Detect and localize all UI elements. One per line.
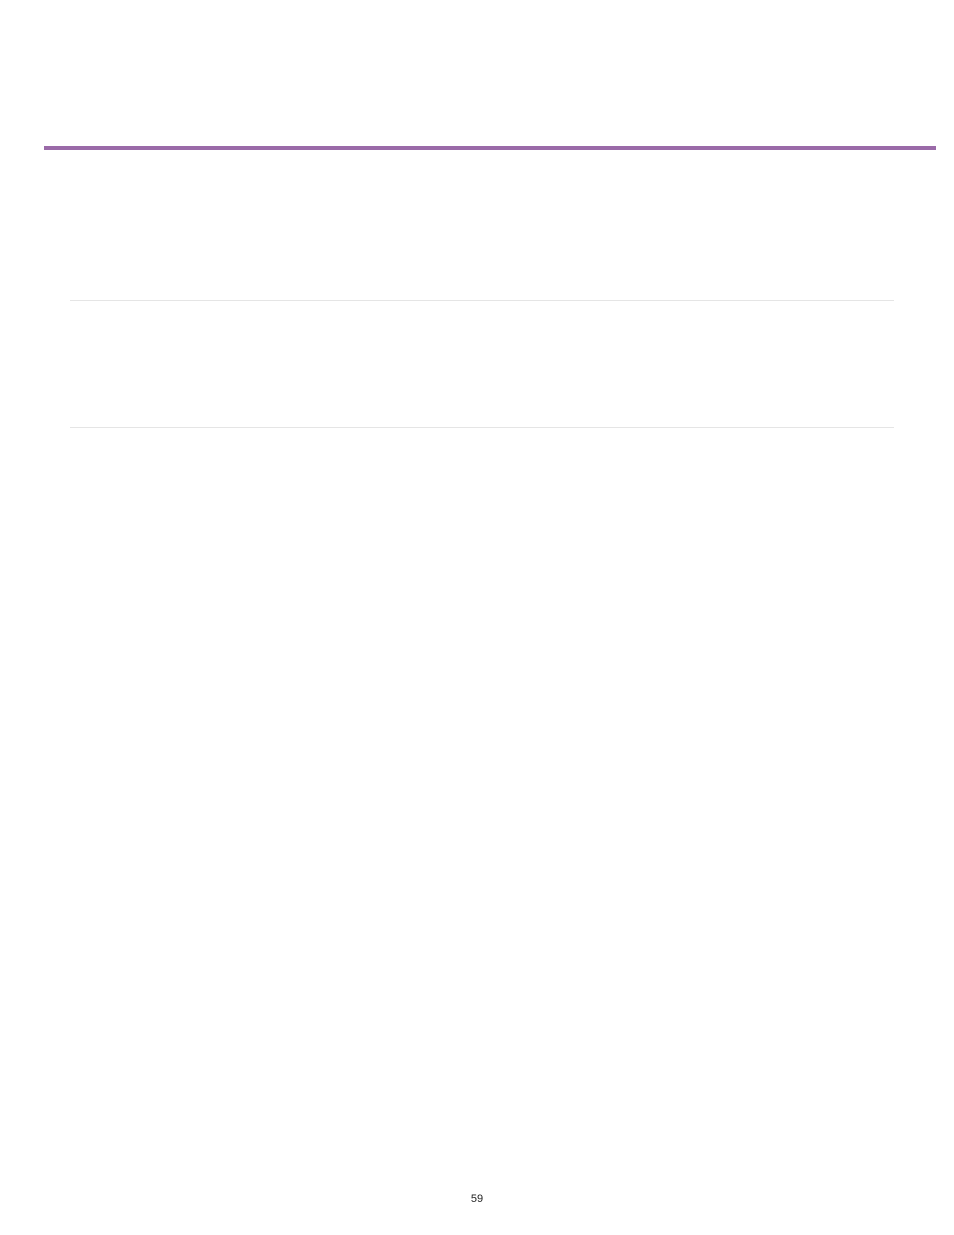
list-item: [92, 480, 894, 506]
bullet-list: [70, 558, 894, 636]
page-content: [70, 170, 894, 714]
page-number: 59: [0, 1193, 954, 1205]
list-item: [92, 584, 894, 610]
horizontal-rule: [70, 300, 894, 301]
list-item: [92, 662, 894, 688]
list-item: [92, 454, 894, 480]
bullet-list: [70, 636, 894, 714]
list-item: [92, 558, 894, 584]
list-item: [92, 688, 894, 714]
list-item: [92, 506, 894, 532]
bullet-list: [70, 428, 894, 558]
list-item: [92, 636, 894, 662]
list-item: [92, 610, 894, 636]
list-item: [92, 532, 894, 558]
list-item: [92, 428, 894, 454]
accent-rule: [44, 146, 936, 150]
